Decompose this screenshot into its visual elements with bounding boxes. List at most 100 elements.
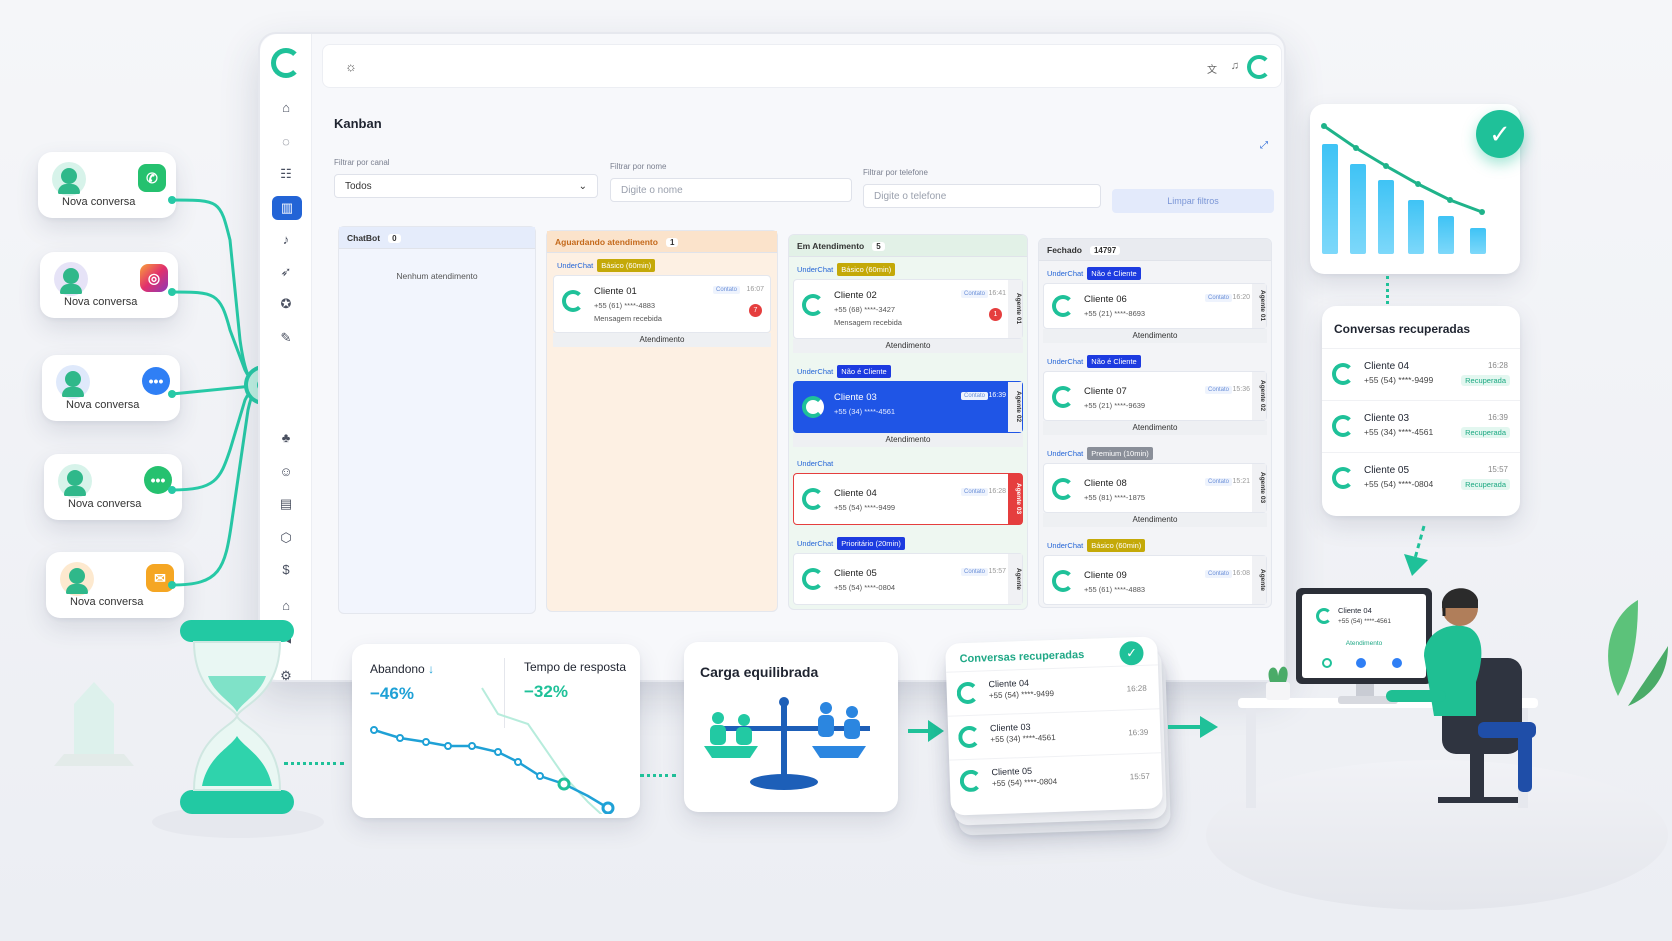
clear-filters-button[interactable]: Limpar filtros xyxy=(1112,189,1274,213)
column-title: Fechado xyxy=(1047,245,1082,255)
user-avatar xyxy=(52,162,86,196)
users-icon[interactable]: ☺ xyxy=(278,464,294,480)
column-header: ChatBot 0 xyxy=(339,227,535,249)
notification-icon[interactable]: ♫ xyxy=(1231,60,1239,72)
hierarchy-icon[interactable]: ♣ xyxy=(278,430,294,446)
building-icon[interactable]: ▤ xyxy=(278,496,294,512)
client-phone: +55 (54) ****-0804 xyxy=(834,583,896,592)
list-item[interactable]: Cliente 04 +55 (54) ****-9499 16:28 Recu… xyxy=(1322,348,1520,400)
canal-select-value: Todos xyxy=(345,181,372,192)
channel-label: Nova conversa xyxy=(70,596,144,608)
client-name: Cliente 08 xyxy=(1084,478,1127,489)
tools-icon[interactable]: ✎ xyxy=(278,330,294,346)
balance-scale-icon xyxy=(704,697,870,790)
ticket-tags: UnderChat Não é Cliente xyxy=(793,365,1023,379)
contact-badge: Contato xyxy=(960,568,988,576)
ticket-body: Cliente 09 +55 (61) ****-4883 Contato 16… xyxy=(1043,555,1267,605)
channel-label: Nova conversa xyxy=(64,296,138,308)
client-avatar xyxy=(956,681,980,705)
theme-toggle-icon[interactable]: ☼ xyxy=(345,59,357,74)
ticket-card-cliente-04[interactable]: UnderChat Cliente 04 +55 (54) ****-9499 … xyxy=(793,457,1023,525)
last-message: Mensagem recebida xyxy=(834,318,902,327)
ticket-card-cliente-05[interactable]: UnderChat Prioritário (20min) Cliente 05 … xyxy=(793,537,1023,605)
last-message: Mensagem recebida xyxy=(594,314,662,323)
client-avatar xyxy=(1052,478,1074,500)
contact-badge: Contato xyxy=(1204,294,1232,302)
award-icon[interactable]: ✪ xyxy=(278,296,294,312)
home-icon[interactable]: ⌂ xyxy=(278,100,294,116)
agent-label: Agente 03 xyxy=(1008,474,1022,524)
sidebar: ⌂ ◌ ☷ ▥ ♪ ➶ ✪ ✎ ♣ ☺ ▤ ⬡ $ ⌂ ◀ ⚙ xyxy=(260,34,312,683)
ticket-tags: UnderChat xyxy=(793,457,1023,471)
ticket-card-cliente-06[interactable]: UnderChat Não é Cliente Cliente 06 +55 (2… xyxy=(1043,267,1267,343)
ticket-card-cliente-03[interactable]: UnderChat Não é Cliente Cliente 03 +55 (3… xyxy=(793,365,1023,447)
ticket-tags: UnderChat Básico (60min) xyxy=(793,263,1023,277)
arrow-right-icon xyxy=(1168,716,1218,738)
bell-icon[interactable]: ♪ xyxy=(278,232,294,248)
bank-icon[interactable]: ⌂ xyxy=(278,598,294,614)
client-avatar xyxy=(1052,570,1074,592)
client-name: Cliente 04 xyxy=(834,488,877,499)
agent-label: Agente 01 xyxy=(1252,284,1266,328)
plan-tag: Básico (60min) xyxy=(597,259,656,272)
list-item[interactable]: Cliente 04 +55 (54) ****-9499 16:28 xyxy=(946,664,1160,716)
list-item[interactable]: Cliente 03 +55 (34) ****-4561 16:39 Recu… xyxy=(1322,400,1520,452)
ticket-card-cliente-07[interactable]: UnderChat Não é Cliente Cliente 07 +55 (2… xyxy=(1043,355,1267,435)
telefone-input[interactable]: Digite o telefone xyxy=(863,184,1101,208)
contact-badge: Contato xyxy=(712,286,740,294)
dotted-connector xyxy=(284,762,344,765)
ticket-time: 16:08 xyxy=(1232,570,1250,577)
channel-label: Nova conversa xyxy=(62,196,136,208)
ticket-status: Atendimento xyxy=(1043,421,1267,435)
nome-filter-label: Filtrar por nome xyxy=(610,162,667,171)
ticket-card-cliente-02[interactable]: UnderChat Básico (60min) Cliente 02 +55 (… xyxy=(793,263,1023,353)
dollar-icon[interactable]: $ xyxy=(278,562,294,578)
client-avatar xyxy=(562,290,584,312)
contact-badge: Contato xyxy=(1204,478,1232,486)
ticket-card-cliente-08[interactable]: UnderChat Premium (10min) Cliente 08 +55 … xyxy=(1043,447,1267,527)
client-name: Cliente 09 xyxy=(1084,570,1127,581)
item-time: 15:57 xyxy=(1487,465,1508,474)
agent-label: Agente xyxy=(1008,554,1022,604)
list-item[interactable]: Cliente 03 +55 (34) ****-4561 16:39 xyxy=(947,708,1161,760)
client-phone: +55 (34) ****-4561 xyxy=(990,732,1056,745)
plan-tag: Não é Cliente xyxy=(1087,355,1141,368)
ticket-body: Cliente 08 +55 (81) ****-1875 Contato 15… xyxy=(1043,463,1267,513)
chat-icon xyxy=(1356,658,1366,668)
kanban-icon[interactable]: ▥ xyxy=(272,196,302,220)
list-item[interactable]: Cliente 05 +55 (54) ****-0804 15:57 xyxy=(949,752,1163,804)
chat-bubble-icon[interactable]: ◌ xyxy=(278,134,294,150)
ticket-card-cliente-01[interactable]: UnderChat Básico (60min) Cliente 01 +55 (… xyxy=(553,259,771,347)
chart-bar xyxy=(1470,228,1486,254)
expand-icon[interactable]: ⤢ xyxy=(1260,140,1268,151)
client-avatar xyxy=(1332,363,1354,385)
translate-icon[interactable]: 文 xyxy=(1207,61,1217,76)
client-name: Cliente 02 xyxy=(834,290,877,301)
nome-input[interactable]: Digite o nome xyxy=(610,178,852,202)
user-avatar xyxy=(54,262,88,296)
client-name: Cliente 01 xyxy=(594,286,637,297)
channel-label: Nova conversa xyxy=(66,399,140,411)
chevron-down-icon: ⌄ xyxy=(578,181,587,192)
metrics-sparkline xyxy=(370,687,615,814)
ticket-status: Atendimento xyxy=(1043,513,1267,527)
list-item[interactable]: Cliente 05 +55 (54) ****-0804 15:57 Recu… xyxy=(1322,452,1520,504)
box-icon[interactable]: ⬡ xyxy=(278,530,294,546)
client-avatar xyxy=(1316,608,1332,624)
client-avatar xyxy=(802,294,824,316)
column-waiting: Aguardando atendimento 1 UnderChat Básico … xyxy=(546,230,778,612)
canal-select[interactable]: Todos ⌄ xyxy=(334,174,598,198)
team-icon[interactable]: ☷ xyxy=(278,166,294,182)
client-avatar xyxy=(802,488,824,510)
agent-label: Agente 03 xyxy=(1252,464,1266,512)
client-phone: +55 (61) ****-4883 xyxy=(594,301,656,310)
ticket-body: Cliente 04 +55 (54) ****-9499 Contato 16… xyxy=(793,473,1023,525)
rocket-icon[interactable]: ➶ xyxy=(278,264,294,280)
ticket-card-cliente-09[interactable]: UnderChat Básico (60min) Cliente 09 +55 (… xyxy=(1043,539,1267,605)
ticket-tags: UnderChat Básico (60min) xyxy=(553,259,771,273)
chat-icon xyxy=(1392,658,1402,668)
agent-workstation-illustration xyxy=(1238,588,1668,808)
contact-badge: Contato xyxy=(960,392,988,400)
chart-trend-line xyxy=(1323,124,1483,214)
profile-avatar[interactable] xyxy=(1247,55,1271,79)
